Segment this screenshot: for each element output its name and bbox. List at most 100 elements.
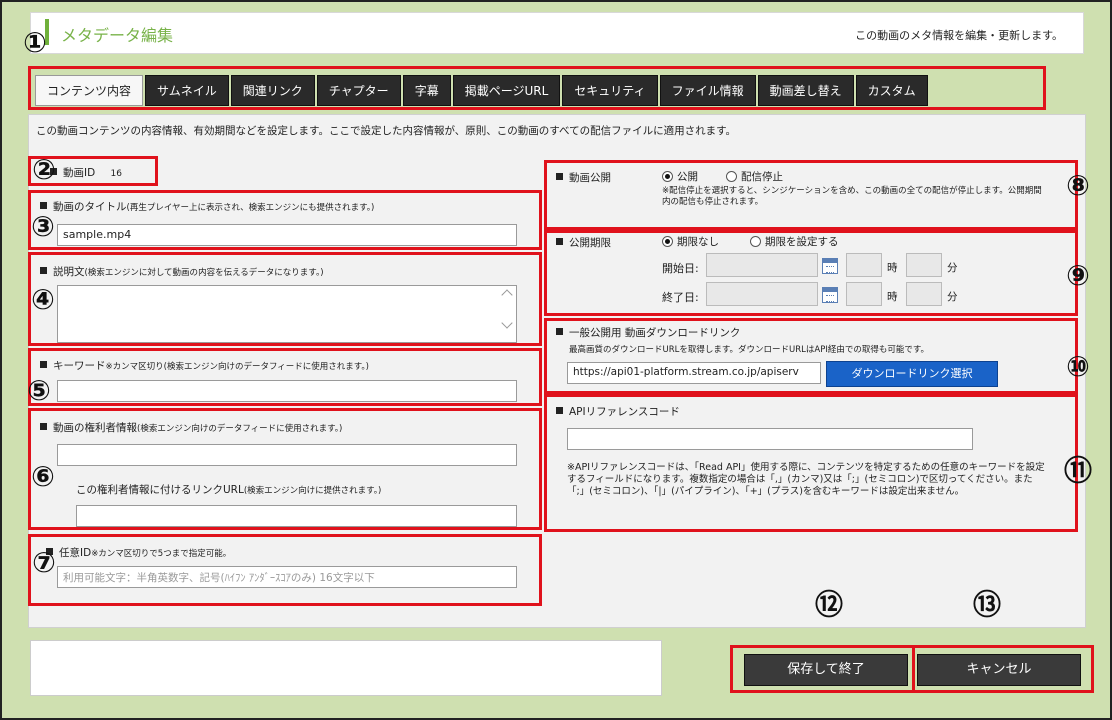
publish-label: 動画公開 <box>569 172 611 184</box>
marker-8: ⑧ <box>1066 169 1090 202</box>
description-label: 説明文 <box>53 266 85 278</box>
api-ref-input[interactable] <box>567 428 973 450</box>
tab-custom[interactable]: カスタム <box>855 75 928 106</box>
keywords-input[interactable] <box>57 380 517 402</box>
save-and-exit-button[interactable]: 保存して終了 <box>744 654 908 686</box>
video-id-label: 動画ID <box>63 167 96 179</box>
end-date-input[interactable] <box>706 282 818 306</box>
radio-unselected-icon[interactable] <box>726 171 737 182</box>
tab-security[interactable]: セキュリティ <box>562 75 658 106</box>
rights-link-input[interactable] <box>76 505 517 527</box>
calendar-icon[interactable] <box>822 258 838 274</box>
api-ref-label: APIリファレンスコード <box>569 406 680 418</box>
title-input[interactable]: sample.mp4 <box>57 224 517 246</box>
marker-4: ④ <box>31 283 55 316</box>
publish-note: ※配信停止を選択すると、シンジケーションを含め、この動画の全ての配信が停止します… <box>662 186 1042 207</box>
rights-label-row: 動画の権利者情報(検索エンジン向けのデータフィードに使用されます。) <box>40 420 342 435</box>
intro-text: この動画コンテンツの内容情報、有効期間などを設定します。ここで設定した内容情報が… <box>36 125 737 137</box>
scroll-up-icon[interactable] <box>501 289 513 301</box>
bullet-icon <box>556 173 563 180</box>
page-subtitle: この動画のメタ情報を編集・更新します。 <box>855 29 1063 42</box>
publish-public-label: 公開 <box>677 171 698 183</box>
download-link-button[interactable]: ダウンロードリンク選択 <box>826 361 998 387</box>
custom-id-input[interactable]: 利用可能文字：半角英数字、記号(ﾊｲﾌﾝ ｱﾝﾀﾞｰｽｺｱのみ) 16文字以下 <box>57 566 517 588</box>
start-hour-input[interactable] <box>846 253 882 277</box>
download-url-input[interactable]: https://api01-platform.stream.co.jp/apis… <box>567 362 821 384</box>
download-label-row: 一般公開用 動画ダウンロードリンク <box>556 325 740 340</box>
publish-label-row: 動画公開 <box>556 170 611 185</box>
tab-content[interactable]: コンテンツ内容 <box>35 75 144 106</box>
bullet-icon <box>556 328 563 335</box>
tab-file-info[interactable]: ファイル情報 <box>659 75 756 106</box>
marker-7: ⑦ <box>32 546 56 579</box>
radio-unselected-icon[interactable] <box>750 236 761 247</box>
marker-2: ② <box>32 153 56 186</box>
marker-12: ⑫ <box>814 588 843 621</box>
period-radio-none[interactable]: 期限なし <box>662 234 719 249</box>
description-textarea[interactable] <box>57 285 517 343</box>
bullet-icon <box>40 423 47 430</box>
api-ref-label-row: APIリファレンスコード <box>556 404 680 419</box>
bullet-icon <box>40 267 47 274</box>
video-id-row: 動画ID 16 <box>50 165 122 180</box>
hour-label: 時 <box>887 262 898 274</box>
rights-label: 動画の権利者情報 <box>53 422 137 434</box>
marker-13: ⑬ <box>972 588 1001 621</box>
page-header: メタデータ編集 この動画のメタ情報を編集・更新します。 <box>30 12 1084 54</box>
bullet-icon <box>556 238 563 245</box>
video-id-value: 16 <box>110 169 122 179</box>
custom-id-label-row: 任意ID※カンマ区切りで5つまで指定可能。 <box>46 545 231 560</box>
period-none-label: 期限なし <box>677 236 719 248</box>
tab-replace-video[interactable]: 動画差し替え <box>757 75 854 106</box>
tab-chapters[interactable]: チャプター <box>316 75 401 106</box>
custom-id-note: ※カンマ区切りで5つまで指定可能。 <box>91 549 232 559</box>
cancel-button[interactable]: キャンセル <box>917 654 1081 686</box>
minute-label: 分 <box>947 291 958 303</box>
description-note: (検索エンジンに対して動画の内容を伝えるデータになります。) <box>84 268 324 278</box>
minute-label: 分 <box>947 262 958 274</box>
end-date-label: 終了日: <box>662 291 699 304</box>
bullet-icon <box>40 361 47 368</box>
publish-radio-stop[interactable]: 配信停止 <box>726 169 783 184</box>
radio-selected-icon[interactable] <box>662 171 673 182</box>
title-label: 動画のタイトル <box>53 201 127 213</box>
rights-note: (検索エンジン向けのデータフィードに使用されます。) <box>137 424 343 434</box>
page-title: メタデータ編集 <box>61 26 174 45</box>
keywords-label: キーワード <box>53 360 106 372</box>
marker-6: ⑥ <box>31 460 55 493</box>
bottom-blank-panel <box>30 640 662 696</box>
custom-id-label: 任意ID <box>59 547 92 559</box>
period-radio-set[interactable]: 期限を設定する <box>750 234 839 249</box>
bullet-icon <box>40 202 47 209</box>
rights-input[interactable] <box>57 444 517 466</box>
tab-thumbnail[interactable]: サムネイル <box>145 75 229 106</box>
download-label: 一般公開用 動画ダウンロードリンク <box>569 327 741 339</box>
radio-selected-icon[interactable] <box>662 236 673 247</box>
marker-9: ⑨ <box>1066 259 1090 292</box>
publish-radio-public[interactable]: 公開 <box>662 169 698 184</box>
tab-page-url[interactable]: 掲載ページURL <box>452 75 561 106</box>
period-label-row: 公開期限 <box>556 235 611 250</box>
api-ref-note: ※APIリファレンスコードは、「Read API」使用する際に、コンテンツを特定… <box>567 462 1045 497</box>
period-set-label: 期限を設定する <box>765 236 839 248</box>
start-minute-input[interactable] <box>906 253 942 277</box>
title-note: (再生プレイヤー上に表示され、検索エンジンにも提供されます。) <box>126 203 375 213</box>
description-label-row: 説明文(検索エンジンに対して動画の内容を伝えるデータになります。) <box>40 264 324 279</box>
actions-divider <box>912 645 915 693</box>
rights-link-label-row: この権利者情報に付けるリンクURL(検索エンジン向けに提供されます。) <box>76 482 381 497</box>
start-date-input[interactable] <box>706 253 818 277</box>
end-minute-input[interactable] <box>906 282 942 306</box>
rights-link-note: (検索エンジン向けに提供されます。) <box>243 486 382 496</box>
end-hour-input[interactable] <box>846 282 882 306</box>
tab-related-links[interactable]: 関連リンク <box>230 75 315 106</box>
bullet-icon <box>556 407 563 414</box>
marker-10: ⑩ <box>1066 350 1090 383</box>
period-label: 公開期限 <box>569 237 611 249</box>
rights-link-label: この権利者情報に付けるリンクURL <box>76 484 244 496</box>
calendar-icon[interactable] <box>822 287 838 303</box>
tab-subtitles[interactable]: 字幕 <box>402 75 451 106</box>
marker-3: ③ <box>31 210 55 243</box>
keywords-note: ※カンマ区切り(検索エンジン向けのデータフィードに使用されます。) <box>105 362 370 372</box>
marker-1: ① <box>23 26 47 59</box>
scroll-down-icon[interactable] <box>501 317 513 329</box>
